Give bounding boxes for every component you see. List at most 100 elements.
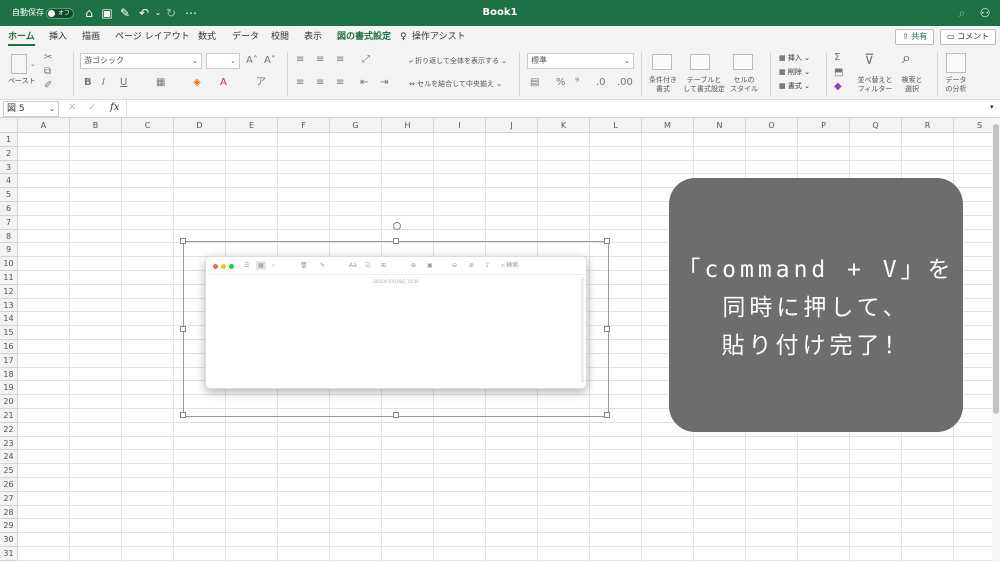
select-all-corner[interactable] xyxy=(0,118,18,133)
column-header[interactable]: A xyxy=(18,118,70,133)
vertical-scrollbar[interactable] xyxy=(992,118,1000,562)
sort-filter-label[interactable]: 並べ替えと フィルター xyxy=(857,76,893,94)
row-header[interactable]: 9 xyxy=(0,243,18,258)
column-header[interactable]: C xyxy=(122,118,174,133)
column-header[interactable]: R xyxy=(902,118,954,133)
conditional-format-label[interactable]: 条件付き 書式 xyxy=(647,76,679,94)
italic-icon[interactable]: I xyxy=(102,77,105,89)
resize-handle[interactable] xyxy=(180,238,186,244)
row-header[interactable]: 13 xyxy=(0,298,18,313)
copy-icon[interactable]: ⧉ xyxy=(44,66,51,78)
align-center-icon[interactable]: ≡ xyxy=(316,77,324,89)
decimal-increase-icon[interactable]: .0 xyxy=(596,77,606,89)
number-format-select[interactable]: 標準 ⌄ xyxy=(527,53,634,69)
bold-icon[interactable]: B xyxy=(84,77,92,89)
comment-button[interactable]: ▭ コメント xyxy=(940,29,997,45)
row-header[interactable]: 23 xyxy=(0,436,18,451)
tab-page-layout[interactable]: ページ レイアウト xyxy=(115,30,190,46)
row-header[interactable]: 24 xyxy=(0,450,18,465)
column-header[interactable]: I xyxy=(434,118,486,133)
row-header[interactable]: 21 xyxy=(0,409,18,423)
resize-handle[interactable] xyxy=(604,412,610,418)
row-header[interactable]: 20 xyxy=(0,395,18,409)
row-header[interactable]: 8 xyxy=(0,229,18,244)
cell-style-label[interactable]: セルの スタイル xyxy=(728,76,760,94)
underline-icon[interactable]: U xyxy=(120,77,127,89)
row-header[interactable]: 1 xyxy=(0,133,18,147)
paste-icon[interactable] xyxy=(11,54,27,74)
row-header[interactable]: 5 xyxy=(0,188,18,202)
column-header[interactable]: Q xyxy=(850,118,902,133)
border-icon[interactable]: ▦ xyxy=(156,77,165,89)
tab-draw[interactable]: 描画 xyxy=(82,30,100,46)
row-header[interactable]: 4 xyxy=(0,174,18,189)
grow-font-icon[interactable]: A˄ xyxy=(246,55,258,67)
resize-handle[interactable] xyxy=(604,238,610,244)
row-header[interactable]: 29 xyxy=(0,519,18,534)
phonetic-icon[interactable]: ア xyxy=(256,77,266,89)
find-select-icon[interactable]: ⌕ xyxy=(902,50,911,66)
column-header[interactable]: E xyxy=(226,118,278,133)
comma-icon[interactable]: ⁹ xyxy=(575,77,579,89)
cell-style-icon[interactable] xyxy=(733,54,753,70)
column-header[interactable]: K xyxy=(538,118,590,133)
row-header[interactable]: 12 xyxy=(0,284,18,299)
format-painter-icon[interactable]: ✐ xyxy=(44,80,52,92)
cancel-icon[interactable]: ✕ xyxy=(68,102,76,113)
shrink-font-icon[interactable]: A˅ xyxy=(264,55,276,67)
tab-view[interactable]: 表示 xyxy=(304,30,322,46)
conditional-format-icon[interactable] xyxy=(652,54,672,70)
row-header[interactable]: 31 xyxy=(0,547,18,561)
percent-icon[interactable]: % xyxy=(556,77,566,89)
currency-icon[interactable]: ▤ xyxy=(530,77,539,89)
row-header[interactable]: 14 xyxy=(0,312,18,327)
row-header[interactable]: 27 xyxy=(0,491,18,506)
tab-home[interactable]: ホーム xyxy=(8,30,35,46)
font-size-select[interactable]: ⌄ xyxy=(206,53,240,69)
column-header[interactable]: S xyxy=(954,118,992,133)
delete-cells-button[interactable]: ▦ 削除 ⌄ xyxy=(779,68,810,77)
resize-handle[interactable] xyxy=(393,412,399,418)
rotate-handle[interactable] xyxy=(393,222,401,230)
account-icon[interactable]: ⚇ xyxy=(978,6,992,20)
tab-formulas[interactable]: 数式 xyxy=(198,30,216,46)
insert-cells-button[interactable]: ▦ 挿入 ⌄ xyxy=(779,54,810,63)
row-header[interactable]: 2 xyxy=(0,146,18,161)
row-header[interactable]: 25 xyxy=(0,464,18,478)
column-header[interactable]: N xyxy=(694,118,746,133)
clear-icon[interactable]: ◆ xyxy=(834,81,842,93)
row-header[interactable]: 10 xyxy=(0,257,18,271)
align-bottom-icon[interactable]: ≡ xyxy=(336,54,344,66)
tab-data[interactable]: データ xyxy=(232,30,259,46)
name-box[interactable]: 図 5 ⌄ xyxy=(3,101,59,117)
data-analysis-label[interactable]: データ の分析 xyxy=(942,76,970,94)
align-top-icon[interactable]: ≡ xyxy=(296,54,304,66)
share-button[interactable]: ⇪ 共有 xyxy=(895,29,935,45)
align-left-icon[interactable]: ≡ xyxy=(296,77,304,89)
row-header[interactable]: 3 xyxy=(0,160,18,175)
expand-formula-icon[interactable]: ▾ xyxy=(990,103,994,111)
merge-center-button[interactable]: ⇔ セルを結合して中央揃え ⌄ xyxy=(409,80,502,89)
find-select-label[interactable]: 検索と 選択 xyxy=(898,76,926,94)
column-header[interactable]: M xyxy=(642,118,694,133)
resize-handle[interactable] xyxy=(180,326,186,332)
column-header[interactable]: O xyxy=(746,118,798,133)
resize-handle[interactable] xyxy=(180,412,186,418)
search-icon[interactable]: ⌕ xyxy=(955,6,969,20)
column-header[interactable]: P xyxy=(798,118,850,133)
row-header[interactable]: 17 xyxy=(0,353,18,368)
row-header[interactable]: 22 xyxy=(0,422,18,437)
row-header[interactable]: 26 xyxy=(0,478,18,492)
row-header[interactable]: 16 xyxy=(0,340,18,354)
table-format-label[interactable]: テーブルと して書式設定 xyxy=(682,76,726,94)
format-cells-button[interactable]: ▦ 書式 ⌄ xyxy=(779,82,810,91)
row-header[interactable]: 7 xyxy=(0,215,18,230)
resize-handle[interactable] xyxy=(393,238,399,244)
column-header[interactable]: J xyxy=(486,118,538,133)
fill-color-icon[interactable]: ◈ xyxy=(193,77,201,89)
align-middle-icon[interactable]: ≡ xyxy=(316,54,324,66)
row-header[interactable]: 28 xyxy=(0,505,18,520)
row-header[interactable]: 30 xyxy=(0,533,18,547)
row-header[interactable]: 18 xyxy=(0,367,18,382)
row-header[interactable]: 15 xyxy=(0,326,18,340)
